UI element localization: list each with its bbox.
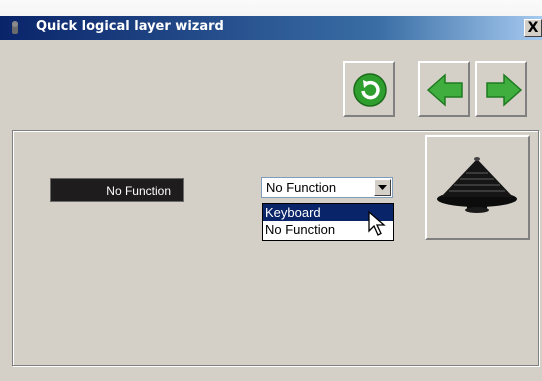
title-bar-area: Quick logical layer wizard X: [0, 0, 542, 40]
close-icon: X: [527, 20, 539, 36]
app-icon: [12, 21, 18, 34]
chevron-down-icon: [378, 185, 387, 190]
function-select[interactable]: No Function: [261, 177, 393, 198]
title-bar[interactable]: Quick logical layer wizard X: [0, 16, 542, 40]
window-title: Quick logical layer wizard: [36, 19, 224, 34]
refresh-icon: [353, 73, 387, 107]
preview-panel[interactable]: [425, 135, 530, 240]
arrow-left-icon: [426, 73, 463, 107]
back-button[interactable]: [418, 61, 470, 117]
arrow-right-icon: [486, 73, 523, 107]
close-button[interactable]: X: [524, 19, 542, 37]
refresh-button[interactable]: [343, 61, 395, 117]
dropdown-button[interactable]: [374, 179, 391, 196]
function-label: No Function: [50, 178, 184, 202]
mouse-pointer-icon: [368, 210, 386, 236]
function-select-value: No Function: [266, 180, 337, 195]
joystick-hat-icon: [437, 157, 517, 213]
next-button[interactable]: [475, 61, 527, 117]
